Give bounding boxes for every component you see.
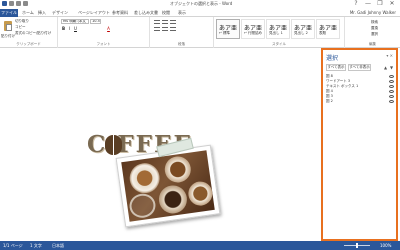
- editing-group-label: 編集: [369, 42, 376, 46]
- show-all-button[interactable]: すべて表示: [326, 64, 346, 71]
- bold-button[interactable]: B: [61, 26, 66, 31]
- visibility-eye-icon[interactable]: [389, 100, 394, 103]
- find-button[interactable]: 検索: [371, 20, 378, 25]
- pane-close-button[interactable]: ▾ ✕: [386, 53, 393, 58]
- style-normal[interactable]: あア亜 ↵ 標準: [216, 19, 240, 39]
- user-account[interactable]: Mr. Gadi Johnny Walker: [350, 9, 396, 17]
- page-indicator[interactable]: 1/1 ページ: [3, 241, 23, 250]
- window-title: オブジェクトの選択と表示 - Word: [170, 1, 233, 6]
- font-group-label: フォント: [96, 42, 111, 46]
- paste-button[interactable]: [3, 19, 13, 33]
- styles-group-label: スタイル: [272, 42, 286, 46]
- window-controls: ? — ❐ ✕: [350, 0, 398, 8]
- ribbon-tabs: ファイル ホーム 挿入 デザイン ページレイアウト 参考資料 差し込み文書 校閲…: [0, 9, 400, 17]
- clipboard-group: 貼り付け 切り取り コピー 書式のコピー/貼り付け クリップボード: [0, 17, 58, 48]
- tab-file[interactable]: ファイル: [0, 9, 18, 17]
- font-group: MS 明朝 (本文 10.5 B I U A フォント: [58, 17, 150, 48]
- quick-access-toolbar: [2, 1, 28, 6]
- align-right-icon[interactable]: [170, 27, 176, 31]
- select-button[interactable]: 選択: [371, 32, 378, 37]
- word-count[interactable]: 1 文字: [30, 241, 42, 250]
- align-left-icon[interactable]: [154, 27, 160, 31]
- visibility-eye-icon[interactable]: [389, 90, 394, 93]
- tab-page-layout[interactable]: ページレイアウト: [78, 9, 110, 17]
- coffee-cups-image: [121, 150, 215, 222]
- visibility-eye-icon[interactable]: [389, 95, 394, 98]
- bullets-icon[interactable]: [154, 20, 160, 24]
- coffee-photo[interactable]: [115, 144, 221, 228]
- document-area[interactable]: C FFEE: [0, 48, 320, 241]
- send-backward-icon[interactable]: ▼: [389, 64, 394, 71]
- zoom-slider-thumb[interactable]: [356, 243, 358, 248]
- tab-mailings[interactable]: 差し込み文書: [134, 9, 158, 17]
- tab-home[interactable]: ホーム: [22, 9, 34, 17]
- font-color-button[interactable]: A: [106, 26, 111, 31]
- visibility-eye-icon[interactable]: [389, 75, 394, 78]
- paragraph-group: 段落: [150, 17, 214, 48]
- italic-button[interactable]: I: [67, 26, 72, 31]
- ribbon: 貼り付け 切り取り コピー 書式のコピー/貼り付け クリップボード MS 明朝 …: [0, 17, 400, 48]
- language-indicator[interactable]: 日本語: [52, 241, 64, 250]
- paste-label: 貼り付け: [1, 34, 15, 38]
- coffee-bean-picture[interactable]: [105, 135, 122, 155]
- numbering-icon[interactable]: [162, 20, 168, 24]
- tab-insert[interactable]: 挿入: [38, 9, 46, 17]
- help-button[interactable]: ?: [350, 0, 362, 8]
- restore-button[interactable]: ❐: [374, 0, 386, 8]
- tab-design[interactable]: デザイン: [52, 9, 68, 17]
- align-center-icon[interactable]: [162, 27, 168, 31]
- minimize-button[interactable]: —: [362, 0, 374, 8]
- style-no-spacing[interactable]: あア亜 ↵ 行間詰め: [241, 19, 265, 39]
- status-bar: 1/1 ページ 1 文字 日本語 100%: [0, 241, 400, 250]
- styles-group: あア亜 ↵ 標準 あア亜 ↵ 行間詰め あア亜 見出し 1 あア亜 見出し 2 …: [214, 17, 345, 48]
- style-title[interactable]: あア亜 表題: [316, 19, 340, 39]
- word-window: オブジェクトの選択と表示 - Word ? — ❐ ✕ ファイル ホーム 挿入 …: [0, 0, 400, 250]
- title-bar: オブジェクトの選択と表示 - Word ? — ❐ ✕: [0, 0, 400, 9]
- visibility-eye-icon[interactable]: [389, 80, 394, 83]
- redo-icon[interactable]: [23, 1, 28, 6]
- tab-review[interactable]: 校閲: [162, 9, 170, 17]
- list-item[interactable]: 図 2: [326, 99, 394, 104]
- undo-icon[interactable]: [16, 1, 21, 6]
- style-heading-1[interactable]: あア亜 見出し 1: [266, 19, 290, 39]
- cut-button[interactable]: 切り取り: [15, 19, 29, 24]
- selection-pane: 選択 ▾ ✕ すべて表示 すべて非表示 ▲ ▼ 図 8 ワードアート 3 テキス…: [321, 48, 398, 241]
- save-icon[interactable]: [9, 1, 14, 6]
- hide-all-button[interactable]: すべて非表示: [348, 64, 371, 71]
- paragraph-group-label: 段落: [178, 42, 185, 46]
- font-name-box[interactable]: MS 明朝 (本文: [61, 19, 89, 24]
- zoom-level[interactable]: 100%: [380, 241, 391, 250]
- multilevel-list-icon[interactable]: [170, 20, 176, 24]
- object-list: 図 8 ワードアート 3 テキスト ボックス 1 図 4 図 3 図 2: [326, 74, 394, 104]
- close-button[interactable]: ✕: [386, 0, 398, 8]
- copy-button[interactable]: コピー: [15, 25, 26, 30]
- bring-forward-icon[interactable]: ▲: [383, 64, 388, 71]
- clipboard-group-label: クリップボード: [16, 42, 41, 46]
- replace-button[interactable]: 置換: [371, 26, 378, 31]
- tab-view[interactable]: 表示: [178, 9, 186, 17]
- visibility-eye-icon[interactable]: [389, 85, 394, 88]
- font-size-box[interactable]: 10.5: [90, 19, 101, 24]
- selection-pane-title: 選択: [326, 55, 339, 62]
- format-painter-button[interactable]: 書式のコピー/貼り付け: [15, 31, 51, 36]
- tab-references[interactable]: 参考資料: [112, 9, 128, 17]
- underline-button[interactable]: U: [73, 26, 78, 31]
- editing-group: 検索 置換 選択 編集: [345, 17, 400, 48]
- word-logo-icon: [2, 1, 7, 6]
- style-heading-2[interactable]: あア亜 見出し 2: [291, 19, 315, 39]
